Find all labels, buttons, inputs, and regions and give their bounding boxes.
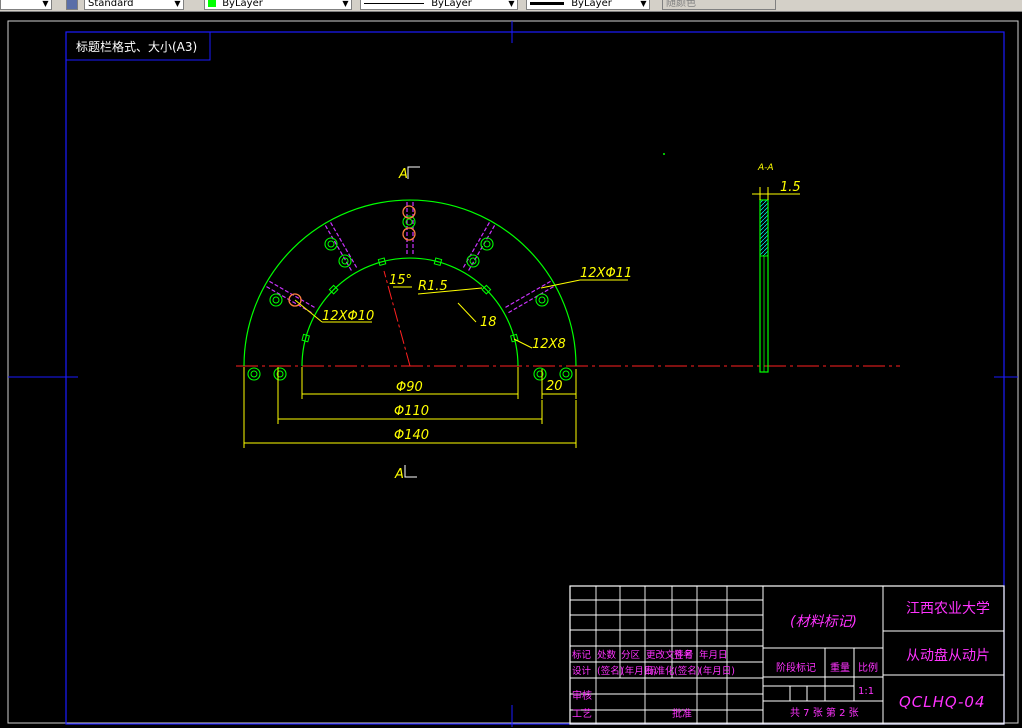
material-mark: (材料标记) [790,614,857,630]
hole-outer [269,293,283,307]
lineweight-dropdown[interactable]: ByLayer ▼ [526,0,650,10]
hole-inner [538,296,546,304]
dim-d110: Φ110 [394,404,429,419]
plotstyle-value: 随颜色 [666,0,696,9]
dim-slot-leader [457,302,477,323]
design-header: 设计 [572,665,592,677]
approve-label: 批准 [672,707,692,720]
dim-inner-holes: 12XΦ10 [322,309,374,324]
section-mark-top: A [398,167,408,182]
dim-d140: Φ140 [394,428,429,443]
chevron-down-icon: ▼ [640,0,647,8]
stage-label: 阶段标记 [776,661,816,674]
scale-label: 比例 [858,661,878,674]
hole-outer [533,367,547,381]
slot-edge [505,279,553,308]
revision-header: 处数 [597,649,617,661]
textstyle-dropdown[interactable]: Standard ▼ [84,0,184,10]
lineweight-sample-icon [530,1,564,5]
disc-slots [264,200,556,314]
revision-header: 年月日 [699,649,728,661]
design-header: (签名) [674,665,700,677]
plotstyle-dropdown[interactable]: 随颜色 [662,0,776,10]
hole-inner [483,240,491,248]
linetype-value: ByLayer [431,0,472,9]
linetype-dropdown[interactable]: ByLayer ▼ [360,0,518,10]
color-dropdown[interactable]: ByLayer ▼ [204,0,352,10]
text-style-icon[interactable] [66,0,78,10]
hole-outer [273,367,287,381]
sheet-border [7,20,1019,724]
chevron-down-icon: ▼ [174,0,181,8]
color-swatch-icon [208,0,216,7]
section-arrow-top [407,166,420,179]
hole-outer [247,367,261,381]
review-label: 审核 [572,689,592,702]
dim-slot-depth: 18 [480,315,497,330]
hole-inner [562,370,570,378]
weight-label: 重量 [830,661,850,674]
scale-value: 1:1 [858,686,874,697]
color-value: ByLayer [222,0,263,9]
linetype-sample-icon [364,2,424,4]
section-hatch-area [759,199,769,257]
grid-dot [663,153,665,155]
dim-slots: 12X8 [532,337,566,352]
dim-outer-holes-leader [540,279,581,289]
part-name: 从动盘从动片 [906,647,990,664]
outer-holes [247,215,573,381]
chevron-down-icon: ▼ [42,0,49,8]
hole-outer [535,293,549,307]
revision-header: 分区 [621,650,641,661]
dim-thickness: 1.5 [780,180,801,195]
hole-outer [480,237,494,251]
inner-holes [273,367,547,381]
dim-d90: Φ90 [396,380,423,395]
slot-edge [264,285,312,314]
hole-outer [324,237,338,251]
revision-header: 标记 [572,649,592,661]
toolbar-dropdown-left[interactable]: ▼ [0,0,52,10]
hole-inner [327,240,335,248]
dim-width: 20 [546,379,563,394]
design-header: 标准化 [646,665,675,677]
dim-angle: 15° [389,273,412,288]
section-mark-bottom: A [394,467,404,482]
process-label: 工艺 [572,708,592,720]
design-header: (签名) [597,665,623,677]
hole-outer [466,254,480,268]
hole-outer [338,254,352,268]
sheet-count: 共 7 张 第 2 张 [790,706,859,719]
design-header: (年月日) [699,665,735,677]
hole-inner [250,370,258,378]
dim-outer-holes: 12XΦ11 [580,266,632,281]
chevron-down-icon: ▼ [342,0,349,8]
hole-inner [272,296,280,304]
revision-header: 签名 [674,649,693,661]
chevron-down-icon: ▼ [508,0,515,8]
format-label: 标题栏格式、大小(A3) [76,39,197,54]
drawing-number: QCLHQ-04 [899,693,986,711]
section-arrow-bottom [404,465,417,478]
title-block: (材料标记) 江西农业大学 从动盘从动片 QCLHQ-04 1:1 阶段标记 重… [569,585,1005,725]
drawing-canvas[interactable]: 标题栏格式、大小(A3) A A 15° R1.5 18 12XΦ11 12XΦ… [0,11,1022,728]
textstyle-value: Standard [88,0,134,9]
school-name: 江西农业大学 [906,601,990,617]
lineweight-value: ByLayer [571,0,612,9]
section-view-label: A-A [757,163,774,173]
